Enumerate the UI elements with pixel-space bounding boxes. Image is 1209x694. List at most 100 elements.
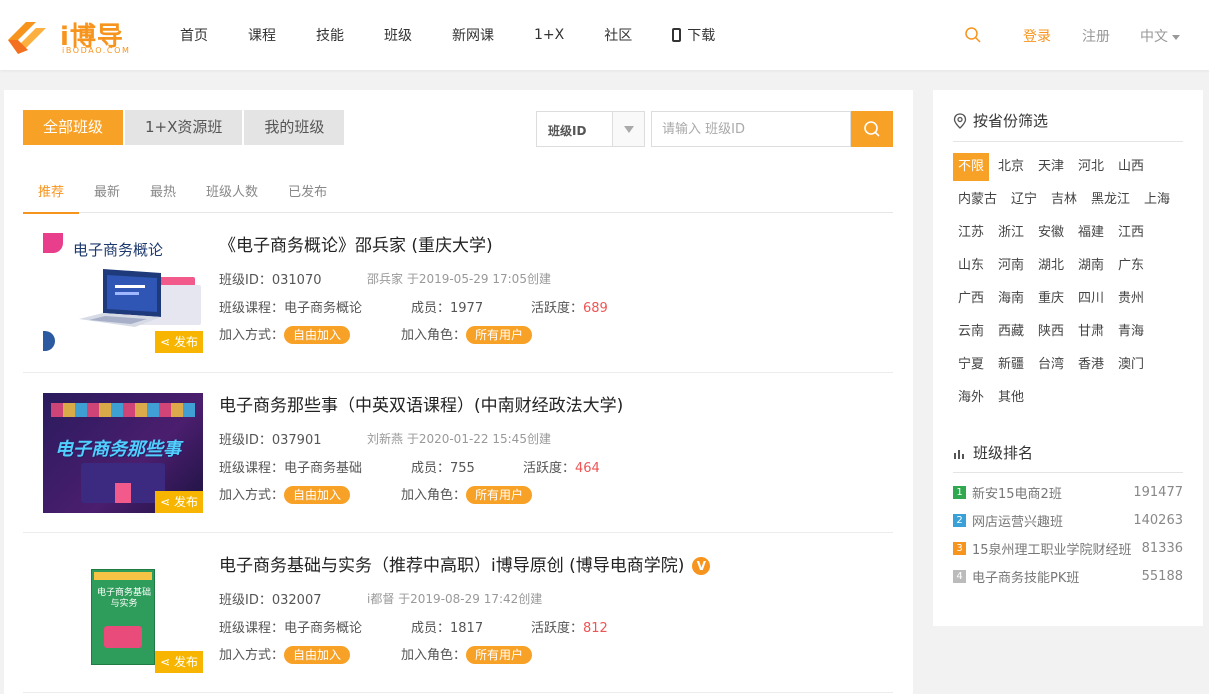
province-option[interactable]: 澳门 — [1113, 351, 1149, 379]
sort-published[interactable]: 已发布 — [273, 172, 342, 213]
province-option[interactable]: 内蒙古 — [953, 186, 1002, 214]
verified-badge-icon: V — [692, 557, 711, 575]
class-thumbnail[interactable]: 电子商务概论 ⋖ 发布 — [43, 233, 203, 353]
ranking-item[interactable]: 3 15泉州理工职业学院财经班 81336 — [953, 538, 1183, 558]
ranking-class-name[interactable]: 15泉州理工职业学院财经班 — [972, 539, 1142, 558]
sort-recommended[interactable]: 推荐 — [23, 172, 80, 214]
province-option[interactable]: 甘肃 — [1073, 318, 1109, 346]
province-option[interactable]: 北京 — [993, 153, 1029, 181]
ranking-class-name[interactable]: 网店运营兴趣班 — [972, 511, 1133, 530]
province-option[interactable]: 安徽 — [1033, 219, 1069, 247]
search-field-select[interactable]: 班级ID — [536, 111, 645, 147]
province-option[interactable]: 海南 — [993, 285, 1029, 313]
nav-1x[interactable]: 1+X — [534, 27, 564, 43]
language-label: 中文 — [1140, 29, 1168, 45]
class-title[interactable]: 电子商务基础与实务（推荐中高职）i博导原创 (博导电商学院) V — [219, 551, 711, 576]
province-option[interactable]: 浙江 — [993, 219, 1029, 247]
tab-all-classes[interactable]: 全部班级 — [23, 110, 124, 145]
join-role-badge[interactable]: 所有用户 — [466, 486, 533, 504]
province-option[interactable]: 西藏 — [993, 318, 1029, 346]
province-option[interactable]: 山东 — [953, 252, 989, 280]
join-method-badge[interactable]: 自由加入 — [284, 326, 351, 344]
ranking-class-name[interactable]: 电子商务技能PK班 — [972, 567, 1142, 586]
location-pin-icon — [953, 112, 967, 129]
search-button[interactable] — [851, 111, 893, 147]
province-option[interactable]: 河南 — [993, 252, 1029, 280]
province-option[interactable]: 吉林 — [1046, 186, 1082, 214]
class-card: 电子商务概论 ⋖ 发布 《电子商务概论》邵兵家 (重庆大学) 班级ID：0310… — [23, 213, 893, 373]
province-option[interactable]: 黑龙江 — [1086, 186, 1135, 214]
province-option[interactable]: 不限 — [953, 153, 990, 181]
nav-download[interactable]: 下载 — [672, 25, 715, 45]
province-filter-title: 按省份筛选 — [973, 112, 1049, 130]
share-badge[interactable]: ⋖ 发布 — [155, 331, 203, 353]
sort-hottest[interactable]: 最热 — [135, 172, 191, 213]
nav-courses[interactable]: 课程 — [248, 25, 276, 45]
province-option[interactable]: 河北 — [1073, 153, 1109, 181]
sort-newest[interactable]: 最新 — [79, 172, 135, 213]
province-option[interactable]: 湖北 — [1033, 252, 1069, 280]
class-course-value: 电子商务基础 — [284, 461, 363, 476]
search-icon[interactable] — [964, 26, 982, 44]
class-title[interactable]: 《电子商务概论》邵兵家 (重庆大学) — [219, 231, 493, 256]
province-option[interactable]: 云南 — [953, 318, 989, 346]
province-option[interactable]: 重庆 — [1033, 285, 1069, 313]
join-role-badge[interactable]: 所有用户 — [466, 646, 533, 664]
province-option[interactable]: 山西 — [1113, 153, 1149, 181]
province-option[interactable]: 青海 — [1113, 318, 1149, 346]
share-icon: ⋖ — [160, 655, 174, 669]
class-members: 成员：1977 — [411, 297, 483, 316]
join-method-badge[interactable]: 自由加入 — [284, 486, 351, 504]
login-link[interactable]: 登录 — [1023, 26, 1051, 46]
province-option[interactable]: 四川 — [1073, 285, 1109, 313]
class-thumbnail[interactable]: 电子商务基础与实务 ⋖ 发布 — [43, 553, 203, 673]
nav-classes[interactable]: 班级 — [384, 25, 412, 45]
logo-subtitle: iBODAO.COM — [62, 46, 131, 55]
province-option[interactable]: 新疆 — [993, 351, 1029, 379]
province-option[interactable]: 宁夏 — [953, 351, 989, 379]
nav-new-online-course[interactable]: 新网课 — [452, 25, 494, 45]
ranking-class-name[interactable]: 新安15电商2班 — [972, 483, 1133, 502]
ranking-score: 55188 — [1141, 568, 1183, 584]
province-option[interactable]: 陕西 — [1033, 318, 1069, 346]
share-badge[interactable]: ⋖ 发布 — [155, 491, 203, 513]
members-label: 成员： — [411, 301, 451, 316]
ranking-item[interactable]: 4 电子商务技能PK班 55188 — [953, 566, 1183, 586]
province-option[interactable]: 海外 — [953, 384, 989, 412]
share-badge[interactable]: ⋖ 发布 — [155, 651, 203, 673]
nav-community[interactable]: 社区 — [604, 25, 632, 45]
class-activity: 活跃度：689 — [531, 297, 608, 316]
class-id-search-input[interactable] — [651, 111, 851, 147]
join-role-badge[interactable]: 所有用户 — [466, 326, 533, 344]
province-option[interactable]: 天津 — [1033, 153, 1069, 181]
province-filter-heading: 按省份筛选 — [953, 110, 1048, 131]
class-title[interactable]: 电子商务那些事（中英双语课程）(中南财经政法大学) — [219, 391, 623, 416]
province-option[interactable]: 贵州 — [1113, 285, 1149, 313]
province-option[interactable]: 江苏 — [953, 219, 989, 247]
class-thumbnail[interactable]: 电子商务那些事 ⋖ 发布 — [43, 393, 203, 513]
tab-my-classes[interactable]: 我的班级 — [244, 110, 345, 145]
province-option[interactable]: 其他 — [993, 384, 1029, 412]
ranking-item[interactable]: 1 新安15电商2班 191477 — [953, 482, 1183, 502]
site-logo[interactable]: i博导 iBODAO.COM — [6, 14, 136, 58]
language-select[interactable]: 中文 — [1140, 26, 1180, 46]
nav-home[interactable]: 首页 — [180, 25, 208, 45]
province-option[interactable]: 上海 — [1139, 186, 1175, 214]
nav-skills[interactable]: 技能 — [316, 25, 344, 45]
sort-member-count[interactable]: 班级人数 — [191, 172, 273, 213]
join-method-row: 加入方式： 自由加入 — [219, 644, 351, 664]
tab-1x-resource[interactable]: 1+X资源班 — [125, 110, 243, 145]
province-option[interactable]: 广西 — [953, 285, 989, 313]
province-option[interactable]: 广东 — [1113, 252, 1149, 280]
ranking-item[interactable]: 2 网店运营兴趣班 140263 — [953, 510, 1183, 530]
province-option[interactable]: 湖南 — [1073, 252, 1109, 280]
class-id-label: 班级ID： — [219, 593, 272, 608]
class-id-label: 班级ID： — [219, 273, 272, 288]
province-option[interactable]: 福建 — [1073, 219, 1109, 247]
register-link[interactable]: 注册 — [1082, 26, 1110, 46]
join-method-badge[interactable]: 自由加入 — [284, 646, 351, 664]
province-option[interactable]: 台湾 — [1033, 351, 1069, 379]
province-option[interactable]: 辽宁 — [1006, 186, 1042, 214]
province-option[interactable]: 江西 — [1113, 219, 1149, 247]
province-option[interactable]: 香港 — [1073, 351, 1109, 379]
